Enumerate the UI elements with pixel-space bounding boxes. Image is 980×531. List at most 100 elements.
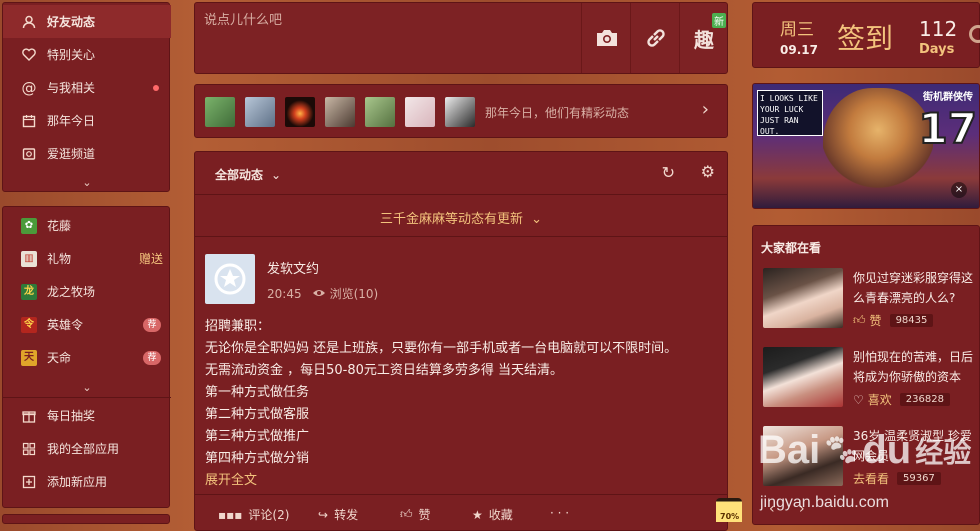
friend-avatar[interactable]: [285, 97, 315, 127]
app-item-flower-vine[interactable]: ✿ 花藤: [3, 209, 171, 242]
heart-icon: [21, 47, 37, 63]
gift-send-link[interactable]: 赠送: [139, 250, 163, 267]
lantern-percent: 70%: [720, 512, 740, 521]
app-item-dragon-ranch[interactable]: 龙 龙之牧场: [3, 275, 171, 308]
expand-apps-chevron-icon[interactable]: ⌄: [3, 378, 171, 396]
trending-item-meta: 👍︎ 赞 98435: [853, 312, 934, 329]
game-ad-panel[interactable]: I LOOKS LIKE YOUR LUCK JUST RAN OUT. 街机群…: [752, 83, 980, 209]
checkin-button[interactable]: 签到: [837, 17, 893, 57]
trending-action[interactable]: 赞: [870, 312, 882, 329]
friend-avatar[interactable]: [325, 97, 355, 127]
nav-item-special-care[interactable]: 特别关心: [3, 38, 171, 71]
app-item-destiny[interactable]: 天 天命 荐: [3, 341, 171, 374]
chevron-down-icon: ⌄: [271, 167, 282, 182]
like-label: 赞: [418, 508, 431, 522]
post-author-name[interactable]: 发软文约: [267, 258, 319, 277]
more-dots-icon: · · ·: [550, 506, 570, 520]
lantern-progress-widget[interactable]: 70%: [712, 492, 746, 522]
fun-button[interactable]: 趣 新: [679, 3, 728, 73]
trending-item[interactable]: 36岁 温柔贤淑型 珍爱网会员 去看看 59367: [763, 426, 973, 488]
friend-avatar[interactable]: [245, 97, 275, 127]
tool-item-daily-lottery[interactable]: 每日抽奖: [3, 399, 171, 432]
nav-label: 那年今日: [47, 114, 96, 128]
app-item-hero-order[interactable]: 令 英雄令 荐: [3, 308, 171, 341]
recommend-badge: 荐: [143, 317, 161, 332]
more-options-button[interactable]: · · ·: [550, 506, 569, 520]
new-badge: 新: [712, 13, 726, 28]
friend-avatar[interactable]: [365, 97, 395, 127]
friend-avatar[interactable]: [405, 97, 435, 127]
post-text-line: 第四种方式做分销: [205, 451, 310, 466]
fun-icon: 趣: [694, 27, 714, 52]
post-author-avatar[interactable]: [205, 254, 255, 304]
nav-item-browse-channel[interactable]: 爱逛频道: [3, 137, 171, 170]
eye-icon: [312, 287, 326, 301]
trending-item[interactable]: 别怕现在的苦难，日后将成为你骄傲的资本 ♡ 喜欢 236828: [763, 347, 973, 409]
comment-button[interactable]: ▪▪▪ 评论(2): [218, 506, 289, 523]
flower-vine-icon: ✿: [21, 217, 37, 234]
trending-item[interactable]: 你见过穿迷彩服穿得这么青春漂亮的人么? 👍︎ 赞 98435: [763, 268, 973, 330]
repost-label: 转发: [334, 508, 359, 522]
repost-button[interactable]: ↪ 转发: [318, 506, 358, 523]
at-icon: @: [21, 78, 37, 97]
like-button[interactable]: 👍︎ 赞: [400, 506, 431, 523]
nav-item-related-to-me[interactable]: @ 与我相关: [3, 71, 171, 104]
tool-label: 每日抽奖: [47, 409, 96, 423]
weekday-label: 周三: [780, 20, 814, 40]
nav-panel-3-partial: [2, 514, 170, 524]
trending-action[interactable]: 去看看: [853, 470, 889, 487]
post-text-line: 无需流动资金 ，每日50-80元工资日结算多劳多得 当天结清。: [205, 363, 564, 378]
app-label: 英雄令: [47, 318, 84, 332]
trending-item-title: 别怕现在的苦难，日后将成为你骄傲的资本: [853, 350, 974, 384]
trending-action[interactable]: 喜欢: [868, 391, 892, 408]
repost-arrow-icon: ↪: [318, 507, 329, 522]
tool-item-all-apps[interactable]: 我的全部应用: [3, 432, 171, 465]
feed-filter-label: 全部动态: [215, 168, 264, 182]
refresh-icon[interactable]: ↻: [662, 163, 675, 182]
link-button[interactable]: [630, 3, 680, 73]
friend-avatar[interactable]: [445, 97, 475, 127]
post-text-line: 第二种方式做客服: [205, 407, 310, 422]
game-ad-score: 17: [918, 103, 978, 154]
thumbs-up-icon: 👍︎: [400, 507, 413, 521]
nav-label: 爱逛频道: [47, 147, 96, 161]
nav-item-friends-feed[interactable]: 好友动态: [3, 5, 171, 38]
trending-thumbnail: [763, 347, 843, 407]
feed-update-notice[interactable]: 三千金麻麻等动态有更新 ⌄: [195, 208, 727, 227]
expand-nav-chevron-icon[interactable]: ⌄: [3, 173, 171, 191]
friend-avatar[interactable]: [205, 97, 235, 127]
divider: [195, 494, 727, 495]
feed-filter-dropdown[interactable]: 全部动态 ⌄: [215, 166, 281, 183]
nav-item-on-this-day[interactable]: 那年今日: [3, 104, 171, 137]
browse-icon: [21, 146, 37, 162]
close-ad-icon[interactable]: ×: [951, 182, 967, 198]
trending-thumbnail: [763, 268, 843, 328]
trending-title: 大家都在看: [761, 241, 822, 255]
trending-item-meta: 去看看 59367: [853, 470, 941, 487]
divider: [3, 397, 171, 398]
status-input[interactable]: 说点儿什么吧: [204, 9, 574, 28]
expand-full-text-link[interactable]: 展开全文: [205, 469, 257, 488]
trending-prev-icon[interactable]: ‹: [769, 501, 775, 517]
tool-item-add-app[interactable]: 添加新应用: [3, 465, 171, 498]
favorite-button[interactable]: ★ 收藏: [472, 506, 513, 523]
checkin-days-count: 112: [919, 17, 958, 41]
tool-label: 添加新应用: [47, 475, 108, 489]
chevron-right-icon[interactable]: ›: [702, 99, 709, 120]
key-icon[interactable]: [969, 25, 980, 43]
post-text-line: 第三种方式做推广: [205, 429, 310, 444]
trending-next-icon[interactable]: ›: [799, 501, 805, 517]
photo-button[interactable]: [581, 3, 631, 73]
game-character: [823, 88, 933, 208]
trending-item-title: 36岁 温柔贤淑型 珍爱网会员: [853, 429, 972, 463]
app-item-gift[interactable]: ▥ 礼物 赠送: [3, 242, 171, 275]
link-icon: [646, 29, 665, 47]
divider: [195, 236, 727, 237]
settings-gear-icon[interactable]: ⚙: [701, 162, 715, 181]
post-views: 浏览(10): [329, 287, 379, 301]
recommend-badge: 荐: [143, 350, 161, 365]
app-label: 礼物: [47, 252, 72, 266]
update-notice-text: 三千金麻麻等动态有更新: [379, 212, 523, 227]
post-meta: 20:45 浏览(10): [267, 285, 378, 302]
on-this-day-bar[interactable]: 那年今日，他们有精彩动态 ›: [194, 84, 728, 138]
